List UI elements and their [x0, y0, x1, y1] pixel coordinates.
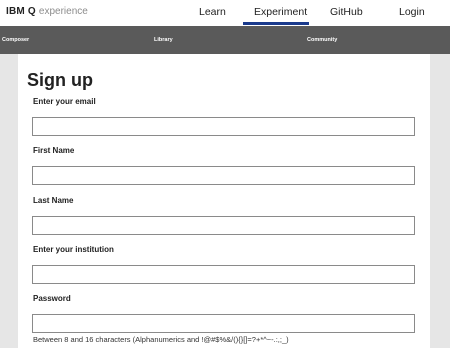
page-gutter-left: [0, 54, 18, 348]
brand-logo[interactable]: IBM Qexperience: [6, 6, 88, 17]
secondary-navigation-bar: Composer Library Community: [0, 26, 450, 54]
first-name-label: First Name: [33, 146, 75, 155]
nav-experiment[interactable]: Experiment: [254, 6, 307, 18]
subnav-library[interactable]: Library: [154, 37, 173, 43]
email-field[interactable]: [32, 117, 415, 136]
last-name-label: Last Name: [33, 196, 74, 205]
institution-label: Enter your institution: [33, 245, 114, 254]
brand-name: IBM Q: [6, 6, 36, 17]
active-tab-indicator: [243, 22, 309, 25]
brand-suffix: experience: [38, 6, 88, 17]
institution-field[interactable]: [32, 265, 415, 284]
page-title: Sign up: [27, 70, 93, 90]
page-gutter-right: [430, 54, 450, 348]
email-label: Enter your email: [33, 97, 96, 106]
password-label: Password: [33, 294, 71, 303]
top-navigation-bar: IBM Qexperience Learn Experiment GitHub …: [0, 0, 450, 26]
first-name-field[interactable]: [32, 166, 415, 185]
password-hint: Between 8 and 16 characters (Alphanumeri…: [33, 335, 289, 344]
nav-github[interactable]: GitHub: [330, 6, 363, 18]
password-field[interactable]: [32, 314, 415, 333]
nav-login[interactable]: Login: [399, 6, 425, 18]
subnav-composer[interactable]: Composer: [2, 37, 29, 43]
last-name-field[interactable]: [32, 216, 415, 235]
subnav-community[interactable]: Community: [307, 37, 337, 43]
nav-learn[interactable]: Learn: [199, 6, 226, 18]
